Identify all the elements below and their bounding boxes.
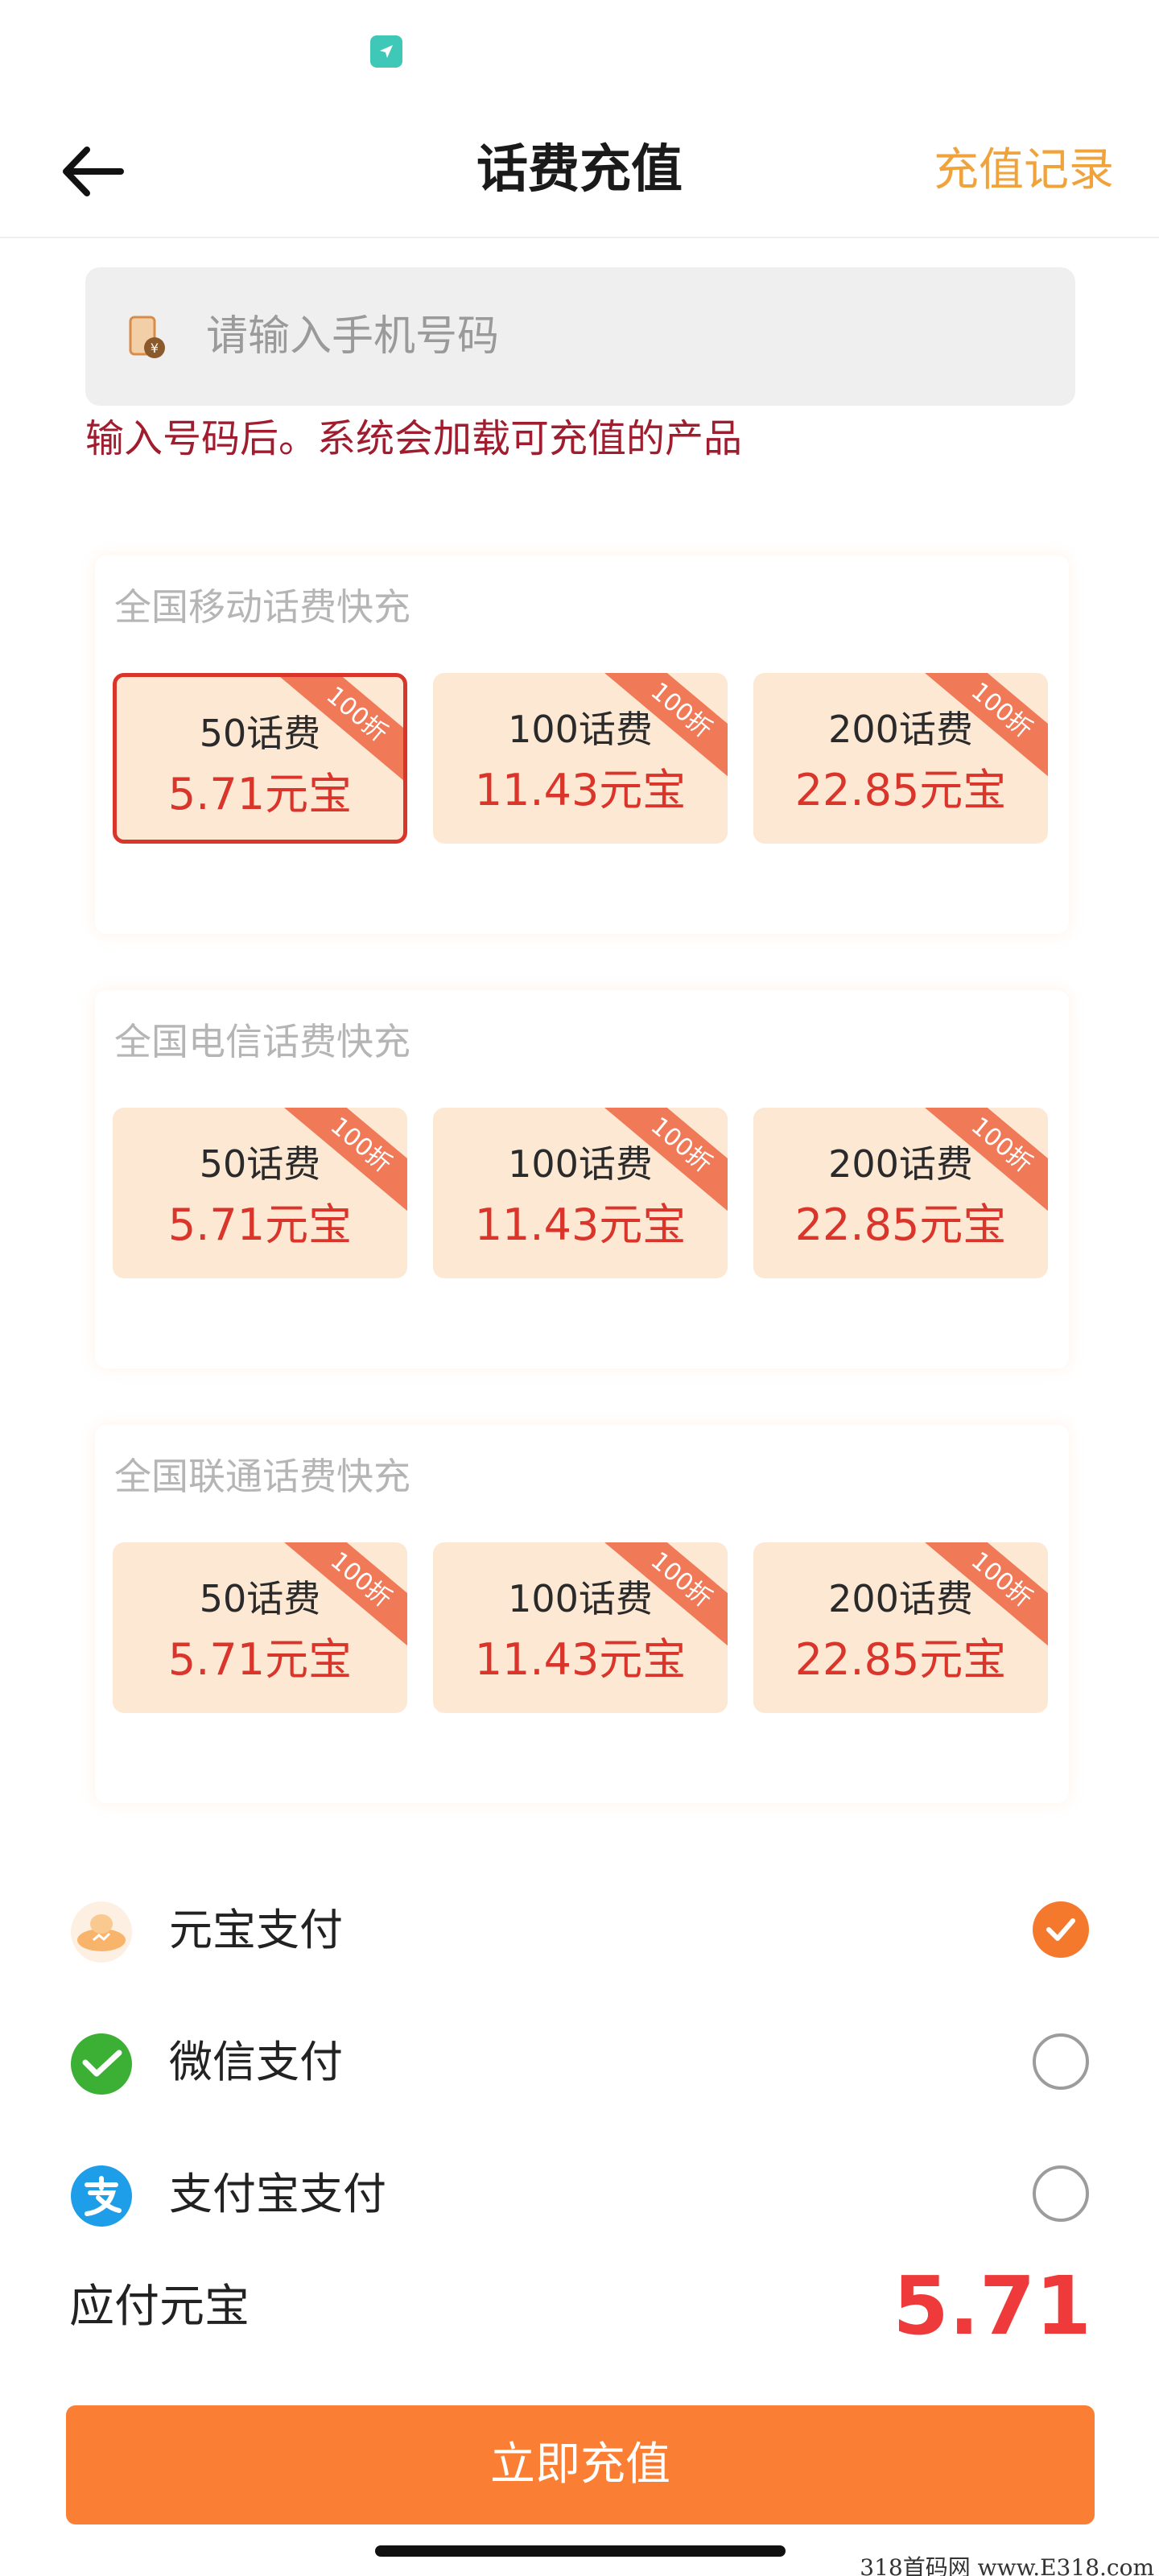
product-card[interactable]: 100折 50话费 5.71元宝: [113, 673, 407, 844]
product-price: 11.43元宝: [474, 1634, 687, 1685]
total-amount: 5.71: [893, 2259, 1091, 2353]
product-face-value: 50话费: [199, 1577, 321, 1620]
total-label: 应付元宝: [69, 2281, 250, 2333]
watermark-text: 318首码网 www.E318.com: [860, 2554, 1154, 2576]
section-title: 全国联通话费快充: [114, 1455, 410, 1498]
header: 话费充值 充值记录: [0, 113, 1159, 238]
product-card[interactable]: 100折 100话费 11.43元宝: [433, 1108, 728, 1278]
alipay-icon: [71, 2165, 132, 2227]
product-card[interactable]: 100折 200话费 22.85元宝: [753, 673, 1048, 844]
product-face-value: 200话费: [828, 708, 973, 751]
phone-number-input[interactable]: [206, 291, 1043, 382]
section-unicom: 全国联通话费快充 100折 50话费 5.71元宝 100折 100话费 11.…: [95, 1425, 1069, 1803]
payment-radio[interactable]: [1033, 2033, 1089, 2090]
product-price: 11.43元宝: [474, 765, 687, 815]
payment-radio-checked[interactable]: [1033, 1901, 1089, 1958]
phone-hint-text: 输入号码后。系统会加载可充值的产品: [85, 416, 743, 461]
product-face-value: 50话费: [199, 712, 321, 755]
payment-option-yuanbao[interactable]: 元宝支付: [0, 1876, 1159, 1980]
section-title: 全国移动话费快充: [114, 585, 410, 629]
product-price: 22.85元宝: [794, 1634, 1007, 1685]
product-card[interactable]: 100折 100话费 11.43元宝: [433, 673, 728, 844]
yuanbao-icon: [71, 1901, 132, 1963]
product-list: 100折 50话费 5.71元宝 100折 100话费 11.43元宝 100折…: [113, 673, 1051, 845]
product-price: 5.71元宝: [167, 1199, 353, 1250]
product-card[interactable]: 100折 200话费 22.85元宝: [753, 1108, 1048, 1278]
product-price: 11.43元宝: [474, 1199, 687, 1250]
payment-option-wechat[interactable]: 微信支付: [0, 2008, 1159, 2112]
section-title: 全国电信话费快充: [114, 1020, 410, 1063]
product-price: 5.71元宝: [167, 769, 353, 819]
payment-option-alipay[interactable]: 支付宝支付: [0, 2140, 1159, 2244]
phone-icon: ¥: [129, 316, 165, 358]
phone-input-box: ¥: [85, 267, 1075, 406]
product-face-value: 200话费: [828, 1142, 973, 1186]
status-bar: [0, 0, 1159, 97]
payment-radio[interactable]: [1033, 2165, 1089, 2222]
back-arrow-icon: [63, 147, 124, 196]
product-card[interactable]: 100折 50话费 5.71元宝: [113, 1108, 407, 1278]
section-telecom: 全国电信话费快充 100折 50话费 5.71元宝 100折 100话费 11.…: [95, 990, 1069, 1368]
payment-label: 支付宝支付: [169, 2169, 386, 2219]
product-face-value: 100话费: [508, 1577, 653, 1620]
location-arrow-icon: [370, 35, 402, 68]
payment-label: 微信支付: [169, 2037, 343, 2087]
product-price: 22.85元宝: [794, 1199, 1007, 1250]
home-indicator: [375, 2545, 786, 2557]
section-mobile: 全国移动话费快充 100折 50话费 5.71元宝 100折 100话费 11.…: [95, 555, 1069, 934]
recharge-history-link[interactable]: 充值记录: [934, 137, 1114, 204]
product-card[interactable]: 100折 200话费 22.85元宝: [753, 1542, 1048, 1713]
wechat-icon: [71, 2033, 132, 2095]
product-list: 100折 50话费 5.71元宝 100折 100话费 11.43元宝 100折…: [113, 1542, 1051, 1715]
product-card[interactable]: 100折 50话费 5.71元宝: [113, 1542, 407, 1713]
product-face-value: 200话费: [828, 1577, 973, 1620]
product-face-value: 100话费: [508, 1142, 653, 1186]
product-price: 22.85元宝: [794, 765, 1007, 815]
product-card[interactable]: 100折 100话费 11.43元宝: [433, 1542, 728, 1713]
back-button[interactable]: [56, 135, 129, 208]
checkmark-icon: [1046, 1918, 1075, 1941]
product-face-value: 50话费: [199, 1142, 321, 1186]
product-list: 100折 50话费 5.71元宝 100折 100话费 11.43元宝 100折…: [113, 1108, 1051, 1280]
recharge-now-button[interactable]: 立即充值: [66, 2405, 1095, 2524]
product-price: 5.71元宝: [167, 1634, 353, 1685]
recharge-page: 话费充值 充值记录 ¥ 输入号码后。系统会加载可充值的产品 全国移动话费快充 1…: [0, 0, 1159, 2576]
svg-text:¥: ¥: [151, 341, 159, 356]
product-face-value: 100话费: [508, 708, 653, 751]
payment-label: 元宝支付: [169, 1905, 343, 1955]
